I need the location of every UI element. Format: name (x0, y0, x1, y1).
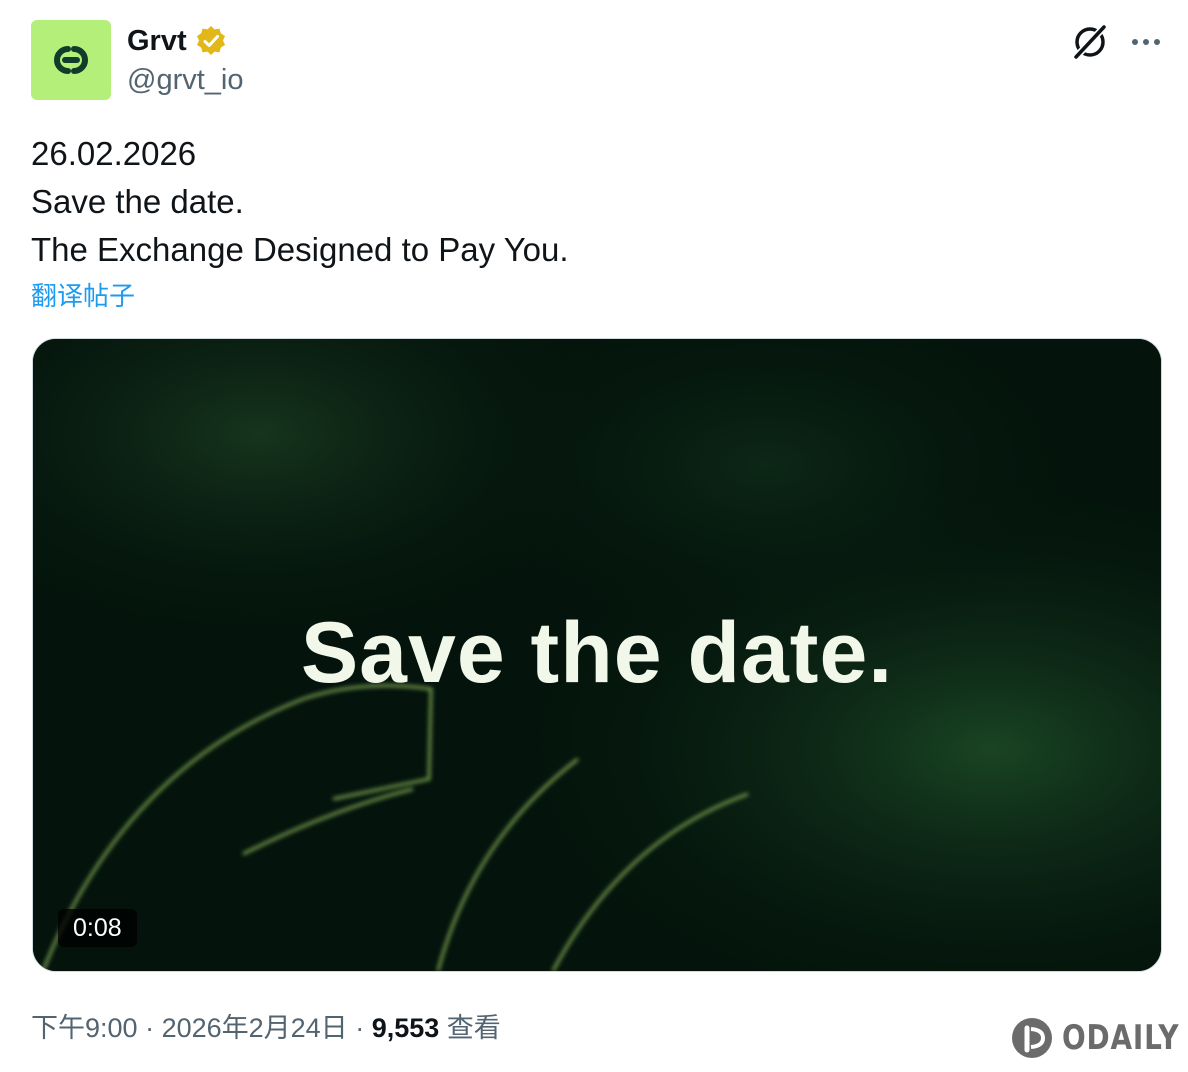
video-overlay-text: Save the date. (300, 605, 894, 701)
post-time[interactable]: 下午9:00 (31, 1013, 138, 1043)
user-handle[interactable]: @grvt_io (127, 63, 243, 97)
tweet-metadata: 下午9:00 · 2026年2月24日 · 9,553 查看 (31, 1010, 501, 1046)
display-name[interactable]: Grvt (127, 24, 187, 58)
tweet: Grvt @grvt_io 26.02.2026 Save the date. … (0, 0, 1188, 1072)
tweet-line-tagline: The Exchange Designed to Pay You. (31, 231, 569, 268)
meta-separator: · (347, 1013, 372, 1043)
post-date[interactable]: 2026年2月24日 (162, 1013, 348, 1043)
grok-icon[interactable] (1070, 22, 1110, 62)
translate-post-link[interactable]: 翻译帖子 (31, 279, 135, 313)
video-duration-badge: 0:08 (58, 909, 137, 947)
video-player[interactable]: Save the date. 0:08 (32, 338, 1162, 972)
grvt-logo-icon (54, 46, 88, 74)
tweet-line-save: Save the date. (31, 183, 244, 220)
views-count[interactable]: 9,553 (372, 1013, 440, 1043)
meta-separator: · (137, 1013, 162, 1043)
more-options-icon[interactable] (1126, 22, 1166, 62)
tweet-text: 26.02.2026 Save the date. The Exchange D… (31, 130, 569, 274)
verified-badge-icon (195, 25, 227, 57)
tweet-line-date: 26.02.2026 (31, 135, 197, 172)
name-row: Grvt (127, 24, 227, 58)
views-label: 查看 (439, 1013, 501, 1043)
avatar[interactable] (31, 20, 111, 100)
watermark-text: ODAILY (1062, 1018, 1180, 1058)
odaily-watermark: ODAILY (1010, 1016, 1188, 1060)
odaily-logo-icon (1012, 1018, 1052, 1058)
